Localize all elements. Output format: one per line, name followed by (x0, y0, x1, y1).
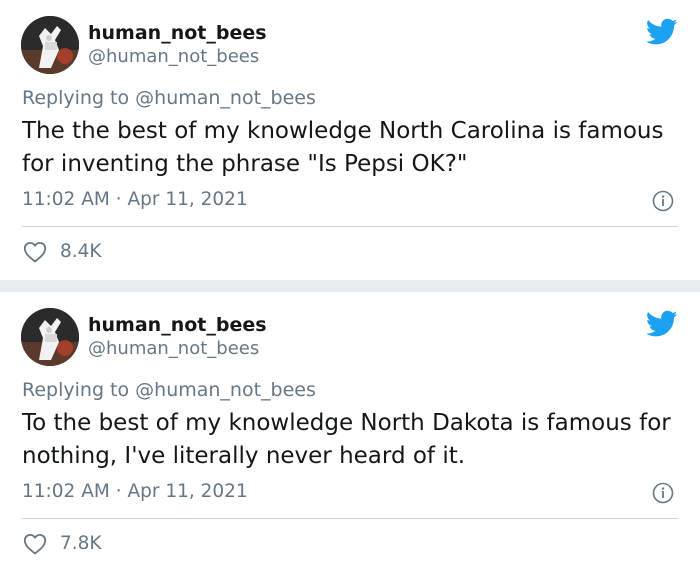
tweet-text: The the best of my knowledge North Carol… (22, 118, 664, 177)
info-icon[interactable] (652, 482, 674, 504)
tweet-card[interactable]: human_not_bees @human_not_bees Replying … (0, 292, 700, 572)
user-handle[interactable]: @human_not_bees (88, 45, 259, 69)
replying-to-label: Replying to (22, 87, 136, 109)
divider (22, 518, 678, 519)
display-name[interactable]: human_not_bees (88, 21, 267, 45)
twitter-bird-icon[interactable] (645, 18, 678, 46)
divider (22, 226, 678, 227)
tweet-timestamp[interactable]: 11:02 AM · Apr 11, 2021 (22, 479, 248, 505)
user-handle[interactable]: @human_not_bees (88, 337, 259, 361)
twitter-bird-icon[interactable] (645, 310, 678, 338)
tweet-card[interactable]: human_not_bees @human_not_bees Replying … (0, 0, 700, 280)
display-name[interactable]: human_not_bees (88, 313, 267, 337)
replying-to: Replying to @human_not_bees (22, 85, 316, 111)
replying-to: Replying to @human_not_bees (22, 377, 316, 403)
like-count[interactable]: 8.4K (60, 239, 102, 265)
heart-icon[interactable] (23, 241, 47, 263)
heart-icon[interactable] (23, 533, 47, 555)
tweet-timestamp[interactable]: 11:02 AM · Apr 11, 2021 (22, 187, 248, 213)
info-icon[interactable] (652, 190, 674, 212)
avatar[interactable] (21, 308, 79, 366)
tweet-text: To the best of my knowledge North Dakota… (22, 410, 671, 469)
replying-to-mention[interactable]: @human_not_bees (135, 379, 316, 401)
like-count[interactable]: 7.8K (60, 531, 102, 557)
replying-to-label: Replying to (22, 379, 136, 401)
avatar[interactable] (21, 16, 79, 74)
replying-to-mention[interactable]: @human_not_bees (135, 87, 316, 109)
